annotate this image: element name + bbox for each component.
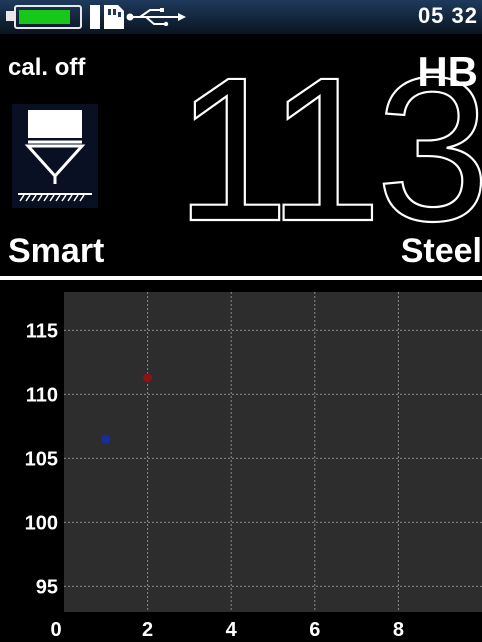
measurement-chart[interactable]: 0 2 4 6 8 115 110 105 100 95 <box>0 282 482 642</box>
indenter-icon <box>12 104 98 208</box>
hardness-value-text: 113 <box>184 64 482 244</box>
y-tick-label: 105 <box>25 448 58 470</box>
calibration-status[interactable]: cal. off <box>8 54 85 82</box>
x-tick-label: 2 <box>142 619 153 641</box>
y-tick-label: 110 <box>26 384 58 406</box>
usb-icon <box>126 8 186 26</box>
y-tick-label: 115 <box>26 320 58 342</box>
x-tick-label: 0 <box>50 619 61 641</box>
mode-label[interactable]: Smart <box>8 232 104 271</box>
status-bar: 05 32 <box>0 0 482 34</box>
y-tick-label: 95 <box>36 576 58 598</box>
x-tick-label: 4 <box>226 619 238 641</box>
data-point <box>101 434 111 444</box>
separator <box>0 276 482 280</box>
data-point <box>143 373 153 383</box>
material-label[interactable]: Steel <box>401 232 482 271</box>
plot-area <box>64 292 482 612</box>
y-tick-label: 100 <box>25 512 58 534</box>
hardness-value: 113 <box>184 64 482 244</box>
clock: 05 32 <box>417 3 478 28</box>
x-tick-label: 8 <box>393 619 404 641</box>
x-tick-label: 6 <box>309 619 320 641</box>
battery-icon <box>6 5 82 29</box>
memory-card-icon <box>90 5 124 29</box>
